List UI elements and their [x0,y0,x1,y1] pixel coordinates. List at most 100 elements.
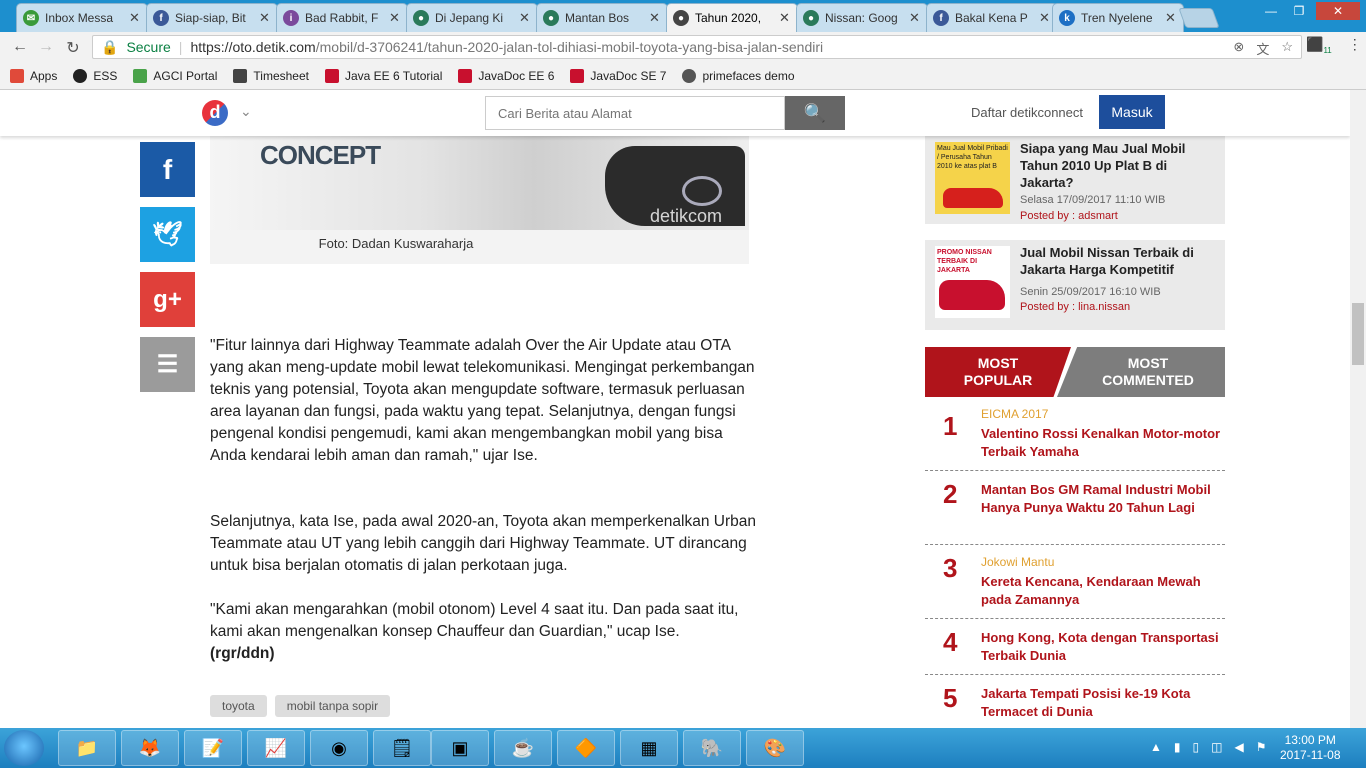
translate-icon[interactable]: 文 [1256,39,1269,58]
maximize-button[interactable]: ❐ [1286,2,1312,20]
sticky-notes-icon[interactable]: 🗒 [373,730,431,766]
menu-icon[interactable]: ⋮ [1348,36,1362,55]
browser-tab[interactable]: ● Nissan: Goog ✕ [796,3,928,32]
popular-title[interactable]: Hong Kong, Kota dengan Transportasi Terb… [981,629,1221,665]
flag-icon[interactable]: ⚑ [1256,740,1267,754]
browser-tab[interactable]: f Bakal Kena P ✕ [926,3,1058,32]
tab-most-popular[interactable]: MOST POPULAR [925,347,1071,397]
bookmark-javadoc-ee[interactable]: JavaDoc EE 6 [458,68,554,83]
facebook-share-button[interactable]: f [140,142,195,197]
popular-title[interactable]: Jakarta Tempati Posisi ke-19 Kota Termac… [981,685,1221,721]
ad-title[interactable]: Jual Mobil Nissan Terbaik di Jakarta Har… [1020,244,1220,278]
ad-author[interactable]: Posted by : lina.nissan [1020,301,1130,313]
popular-item[interactable]: 4 Hong Kong, Kota dengan Transportasi Te… [925,619,1225,675]
popular-title[interactable]: Kereta Kencana, Kendaraan Mewah pada Zam… [981,573,1221,609]
close-window-button[interactable]: ✕ [1316,2,1360,20]
minimize-button[interactable]: — [1258,2,1284,20]
popular-item[interactable]: 1 EICMA 2017 Valentino Rossi Kenalkan Mo… [925,403,1225,471]
popular-item[interactable]: 2 Mantan Bos GM Ramal Industri Mobil Han… [925,471,1225,545]
notepad-icon[interactable]: 📝 [184,730,242,766]
close-tab-icon[interactable]: ✕ [779,10,791,26]
detik-icon: ● [673,10,689,26]
ad-title[interactable]: Siapa yang Mau Jual Mobil Tahun 2010 Up … [1020,140,1220,191]
tab-label: Nissan: Goog [825,11,898,25]
page-scrollbar[interactable] [1350,90,1366,728]
terminal-icon[interactable]: ▣ [431,730,489,766]
apps-grid-icon [10,68,24,83]
popular-category[interactable]: Jokowi Mantu [981,555,1054,569]
popular-category[interactable]: EICMA 2017 [981,407,1048,421]
oracle-icon [570,68,585,83]
blocked-popup-icon[interactable]: ⊗ [1233,39,1244,58]
bookmark-ess[interactable]: ESS [73,68,117,83]
comment-button[interactable]: ☰ [140,337,195,392]
back-button[interactable]: ← [10,38,30,56]
popular-item[interactable]: 3 Jokowi Mantu Kereta Kencana, Kendaraan… [925,545,1225,619]
close-tab-icon[interactable]: ✕ [1165,10,1177,26]
close-tab-icon[interactable]: ✕ [909,10,921,26]
close-tab-icon[interactable]: ✕ [649,10,661,26]
tray-arrow-icon[interactable]: ▲ [1150,740,1162,754]
bookmark-agci[interactable]: AGCI Portal [133,68,217,83]
browser-tab[interactable]: f Siap-siap, Bit ✕ [146,3,278,32]
popular-item[interactable]: 5 Jakarta Tempati Posisi ke-19 Kota Term… [925,675,1225,728]
bookmark-primefaces[interactable]: primefaces demo [682,68,795,83]
start-button[interactable] [4,730,44,766]
chevron-down-icon[interactable]: ⌄ [240,103,252,120]
vlc-icon[interactable]: 🔶 [557,730,615,766]
volume-icon[interactable]: ◀ [1234,740,1243,754]
excel-icon[interactable]: ▦ [620,730,678,766]
url-path: /mobil/d-3706241/tahun-2020-jalan-tol-di… [315,39,824,55]
popular-title[interactable]: Valentino Rossi Kenalkan Motor-motor Ter… [981,425,1221,461]
bookmark-label: primefaces demo [702,68,795,83]
firefox-icon[interactable]: 🦊 [121,730,179,766]
register-link[interactable]: Daftar detikconnect [971,105,1083,120]
ad-author[interactable]: Posted by : adsmart [1020,210,1118,222]
close-tab-icon[interactable]: ✕ [519,10,531,26]
forward-button[interactable]: → [36,38,56,56]
ad-item[interactable]: PROMO NISSAN TERBAIK DI JAKARTA Jual Mob… [925,240,1225,330]
tag-chip[interactable]: toyota [210,695,267,717]
close-tab-icon[interactable]: ✕ [129,10,141,26]
browser-tab[interactable]: ● Mantan Bos ✕ [536,3,668,32]
bookmark-star-icon[interactable]: ☆ [1281,39,1293,58]
bookmark-apps[interactable]: Apps [10,68,57,83]
tab-most-commented[interactable]: MOST COMMENTED [1057,347,1225,397]
address-bar[interactable]: 🔒 Secure | https://oto.detik.com /mobil/… [92,35,1302,59]
popular-title[interactable]: Mantan Bos GM Ramal Industri Mobil Hanya… [981,481,1221,517]
chrome-icon[interactable]: ◉ [310,730,368,766]
postgres-icon[interactable]: 🐘 [683,730,741,766]
paint-icon[interactable]: 🎨 [746,730,804,766]
scrollbar-thumb[interactable] [1352,303,1364,365]
java-ee-ide-icon[interactable]: ☕ [494,730,552,766]
close-tab-icon[interactable]: ✕ [1039,10,1051,26]
extension-icon[interactable]: ⬛11 [1306,36,1332,55]
explorer-icon[interactable]: 📁 [58,730,116,766]
close-tab-icon[interactable]: ✕ [259,10,271,26]
close-tab-icon[interactable]: ✕ [389,10,401,26]
reload-button[interactable]: ↻ [63,38,83,58]
clock[interactable]: 13:00 PM 2017-11-08 [1280,733,1341,763]
search-input[interactable] [485,96,785,130]
detik-logo[interactable]: d [202,100,228,126]
browser-tab[interactable]: k Tren Nyelene ✕ [1052,3,1184,32]
ad-item[interactable]: Mau Jual Mobil Pribadi / Perusaha Tahun … [925,136,1225,224]
search-button[interactable]: 🔍 [785,96,845,130]
info-icon: i [283,10,299,26]
browser-tab[interactable]: ● Di Jepang Ki ✕ [406,3,538,32]
bookmark-javadoc-se[interactable]: JavaDoc SE 7 [570,68,666,83]
bookmark-timesheet[interactable]: Timesheet [233,68,309,83]
new-tab-button[interactable] [1178,8,1220,28]
network-icon[interactable]: ▮ [1174,740,1181,754]
googleplus-share-button[interactable]: g+ [140,272,195,327]
bookmark-javaee[interactable]: Java EE 6 Tutorial [324,68,442,83]
browser-tab[interactable]: ✉ Inbox Messa ✕ [16,3,148,32]
browser-tab-active[interactable]: ● Tahun 2020, ✕ [666,3,798,32]
power-icon[interactable]: ▯ [1193,740,1200,754]
chart-icon[interactable]: 📈 [247,730,305,766]
login-button[interactable]: Masuk [1099,95,1165,129]
tag-chip[interactable]: mobil tanpa sopir [274,695,391,717]
sync-icon[interactable]: ◫ [1211,740,1222,754]
browser-tab[interactable]: i Bad Rabbit, F ✕ [276,3,408,32]
twitter-share-button[interactable]: 🕊 [140,207,195,262]
